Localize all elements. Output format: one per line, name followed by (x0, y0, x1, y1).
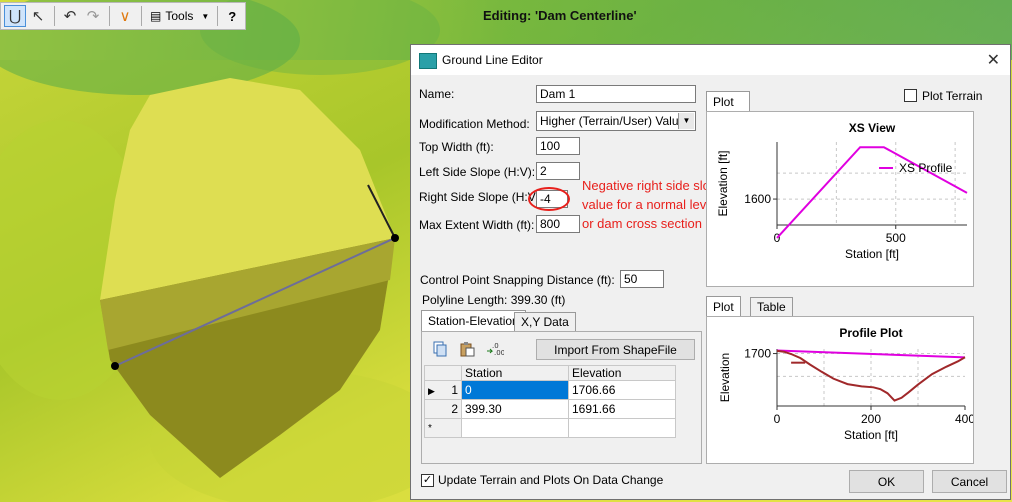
elevation-cell[interactable]: 1691.66 (568, 399, 676, 419)
table-corner (424, 365, 462, 381)
plot-terrain-label: Plot Terrain (922, 89, 983, 103)
dialog-titlebar[interactable]: Ground Line Editor ✕ (411, 45, 1010, 75)
toolbar-divider (109, 6, 110, 26)
update-terrain-label: Update Terrain and Plots On Data Change (438, 473, 664, 487)
left-slope-label: Left Side Slope (H:V): (419, 165, 536, 179)
station-cell[interactable]: 0 (461, 380, 569, 400)
copy-icon[interactable] (429, 338, 451, 360)
elevation-cell[interactable]: 1706.66 (568, 380, 676, 400)
tab-table-lower[interactable]: Table (750, 297, 793, 317)
toolbar-divider (217, 6, 219, 26)
x-tick-label: 500 (886, 231, 906, 245)
tools-menu[interactable]: ▤ Tools ▼ (146, 9, 213, 23)
x-axis-label: Station [ft] (845, 247, 899, 261)
x-tick-label: 200 (861, 412, 881, 426)
tab-station-elevation[interactable]: Station-Elevation (421, 310, 526, 332)
modification-method-select[interactable]: Higher (Terrain/User) Value ▼ (536, 111, 696, 131)
xs-view-chart[interactable]: XS View0 5001600Station [ft]Elevation [ft… (707, 112, 973, 286)
row-header[interactable]: ▶ 1 (424, 380, 462, 400)
paste-icon[interactable] (456, 338, 478, 360)
table-row-new[interactable]: * (424, 418, 676, 438)
dialog-title: Ground Line Editor (442, 53, 543, 67)
tab-xy-data[interactable]: X,Y Data (514, 312, 576, 332)
y-axis-label: Elevation (718, 353, 732, 402)
name-label: Name: (419, 87, 455, 101)
station-cell[interactable] (461, 418, 569, 438)
close-icon[interactable]: ✕ (987, 50, 1000, 70)
table-row[interactable]: ▶ 1 0 1706.66 (424, 380, 676, 400)
select-pointer-icon[interactable]: ↖ (27, 5, 49, 27)
snapping-distance-input[interactable]: 50 (620, 270, 664, 288)
modification-method-label: Modification Method: (419, 117, 530, 131)
redo-icon[interactable]: ↷ (82, 5, 104, 27)
table-row[interactable]: 2 399.30 1691.66 (424, 399, 676, 419)
editing-title: Editing: 'Dam Centerline' (483, 8, 637, 23)
table-header-station[interactable]: Station (461, 365, 569, 381)
svg-text:.00: .00 (494, 349, 504, 357)
chevron-down-icon: ▼ (201, 11, 210, 21)
toolbar-divider (54, 6, 55, 26)
terrain-profile-icon[interactable]: ∨ (114, 5, 136, 27)
undo-icon[interactable]: ↶ (59, 5, 81, 27)
tab-plot-lower[interactable]: Plot (706, 296, 741, 317)
top-width-input[interactable]: 100 (536, 137, 580, 155)
current-row-icon: ▶ (428, 386, 435, 396)
snapping-distance-label: Control Point Snapping Distance (ft): (420, 273, 615, 287)
left-slope-input[interactable]: 2 (536, 162, 580, 180)
max-extent-label: Max Extent Width (ft): (419, 218, 535, 232)
row-number: 1 (451, 383, 458, 397)
annotation-circle (528, 187, 570, 211)
chart-title: Profile Plot (839, 326, 902, 340)
elevation-cell[interactable] (568, 418, 676, 438)
decimal-format-icon[interactable]: .0.00 (484, 338, 506, 360)
station-cell[interactable]: 399.30 (461, 399, 569, 419)
help-button[interactable]: ? (222, 9, 242, 24)
station-elevation-table: Station Elevation ▶ 1 0 1706.66 2 399.30… (424, 365, 676, 438)
x-axis-label: Station [ft] (844, 428, 898, 442)
import-shapefile-button[interactable]: Import From ShapeFile (536, 339, 695, 360)
y-axis-label: Elevation [ft] (716, 150, 730, 216)
update-terrain-checkbox[interactable]: ✓ (421, 474, 434, 487)
tools-label: Tools (165, 9, 194, 23)
name-input[interactable]: Dam 1 (536, 85, 696, 103)
draw-polyline-icon[interactable]: ⋃ (4, 5, 26, 27)
right-slope-label: Right Side Slope (H:V): (419, 190, 544, 204)
chart-title: XS View (849, 121, 896, 135)
row-number[interactable]: 2 (424, 399, 462, 419)
tools-icon: ▤ (150, 9, 162, 23)
toolbar-divider (141, 6, 142, 26)
tab-plot-upper[interactable]: Plot (706, 91, 750, 112)
cancel-button[interactable]: Cancel (932, 470, 1007, 493)
app-icon (419, 53, 437, 69)
polyline-length: Polyline Length: 399.30 (ft) (422, 293, 566, 307)
modification-method-value: Higher (Terrain/User) Value (540, 114, 686, 128)
profile-plot-chart[interactable]: Profile Plot 0 200 400 1700 Station [ft] Eleva… (707, 317, 975, 463)
legend-label: XS Profile (899, 161, 953, 175)
main-toolbar: ⋃ ↖ ↶ ↷ ∨ ▤ Tools ▼ ? (0, 2, 247, 30)
table-header-elevation[interactable]: Elevation (568, 365, 676, 381)
x-tick-label: 400 (955, 412, 973, 426)
chevron-down-icon: ▼ (678, 113, 694, 129)
ok-button[interactable]: OK (849, 470, 924, 493)
xs-plot-panel: XS View 0 500 1600 Station [ft] Elevation [ft… (706, 111, 974, 287)
profile-plot-panel: Profile Plot 0 200 400 1700 Station [ft] Eleva… (706, 316, 975, 464)
top-width-label: Top Width (ft): (419, 140, 494, 154)
plot-terrain-checkbox[interactable] (904, 89, 917, 102)
y-tick-label: 1700 (744, 347, 771, 361)
new-row-marker[interactable]: * (424, 418, 462, 438)
x-tick-label: 0 (774, 412, 781, 426)
y-tick-label: 1600 (744, 192, 771, 206)
max-extent-input[interactable]: 800 (536, 215, 580, 233)
